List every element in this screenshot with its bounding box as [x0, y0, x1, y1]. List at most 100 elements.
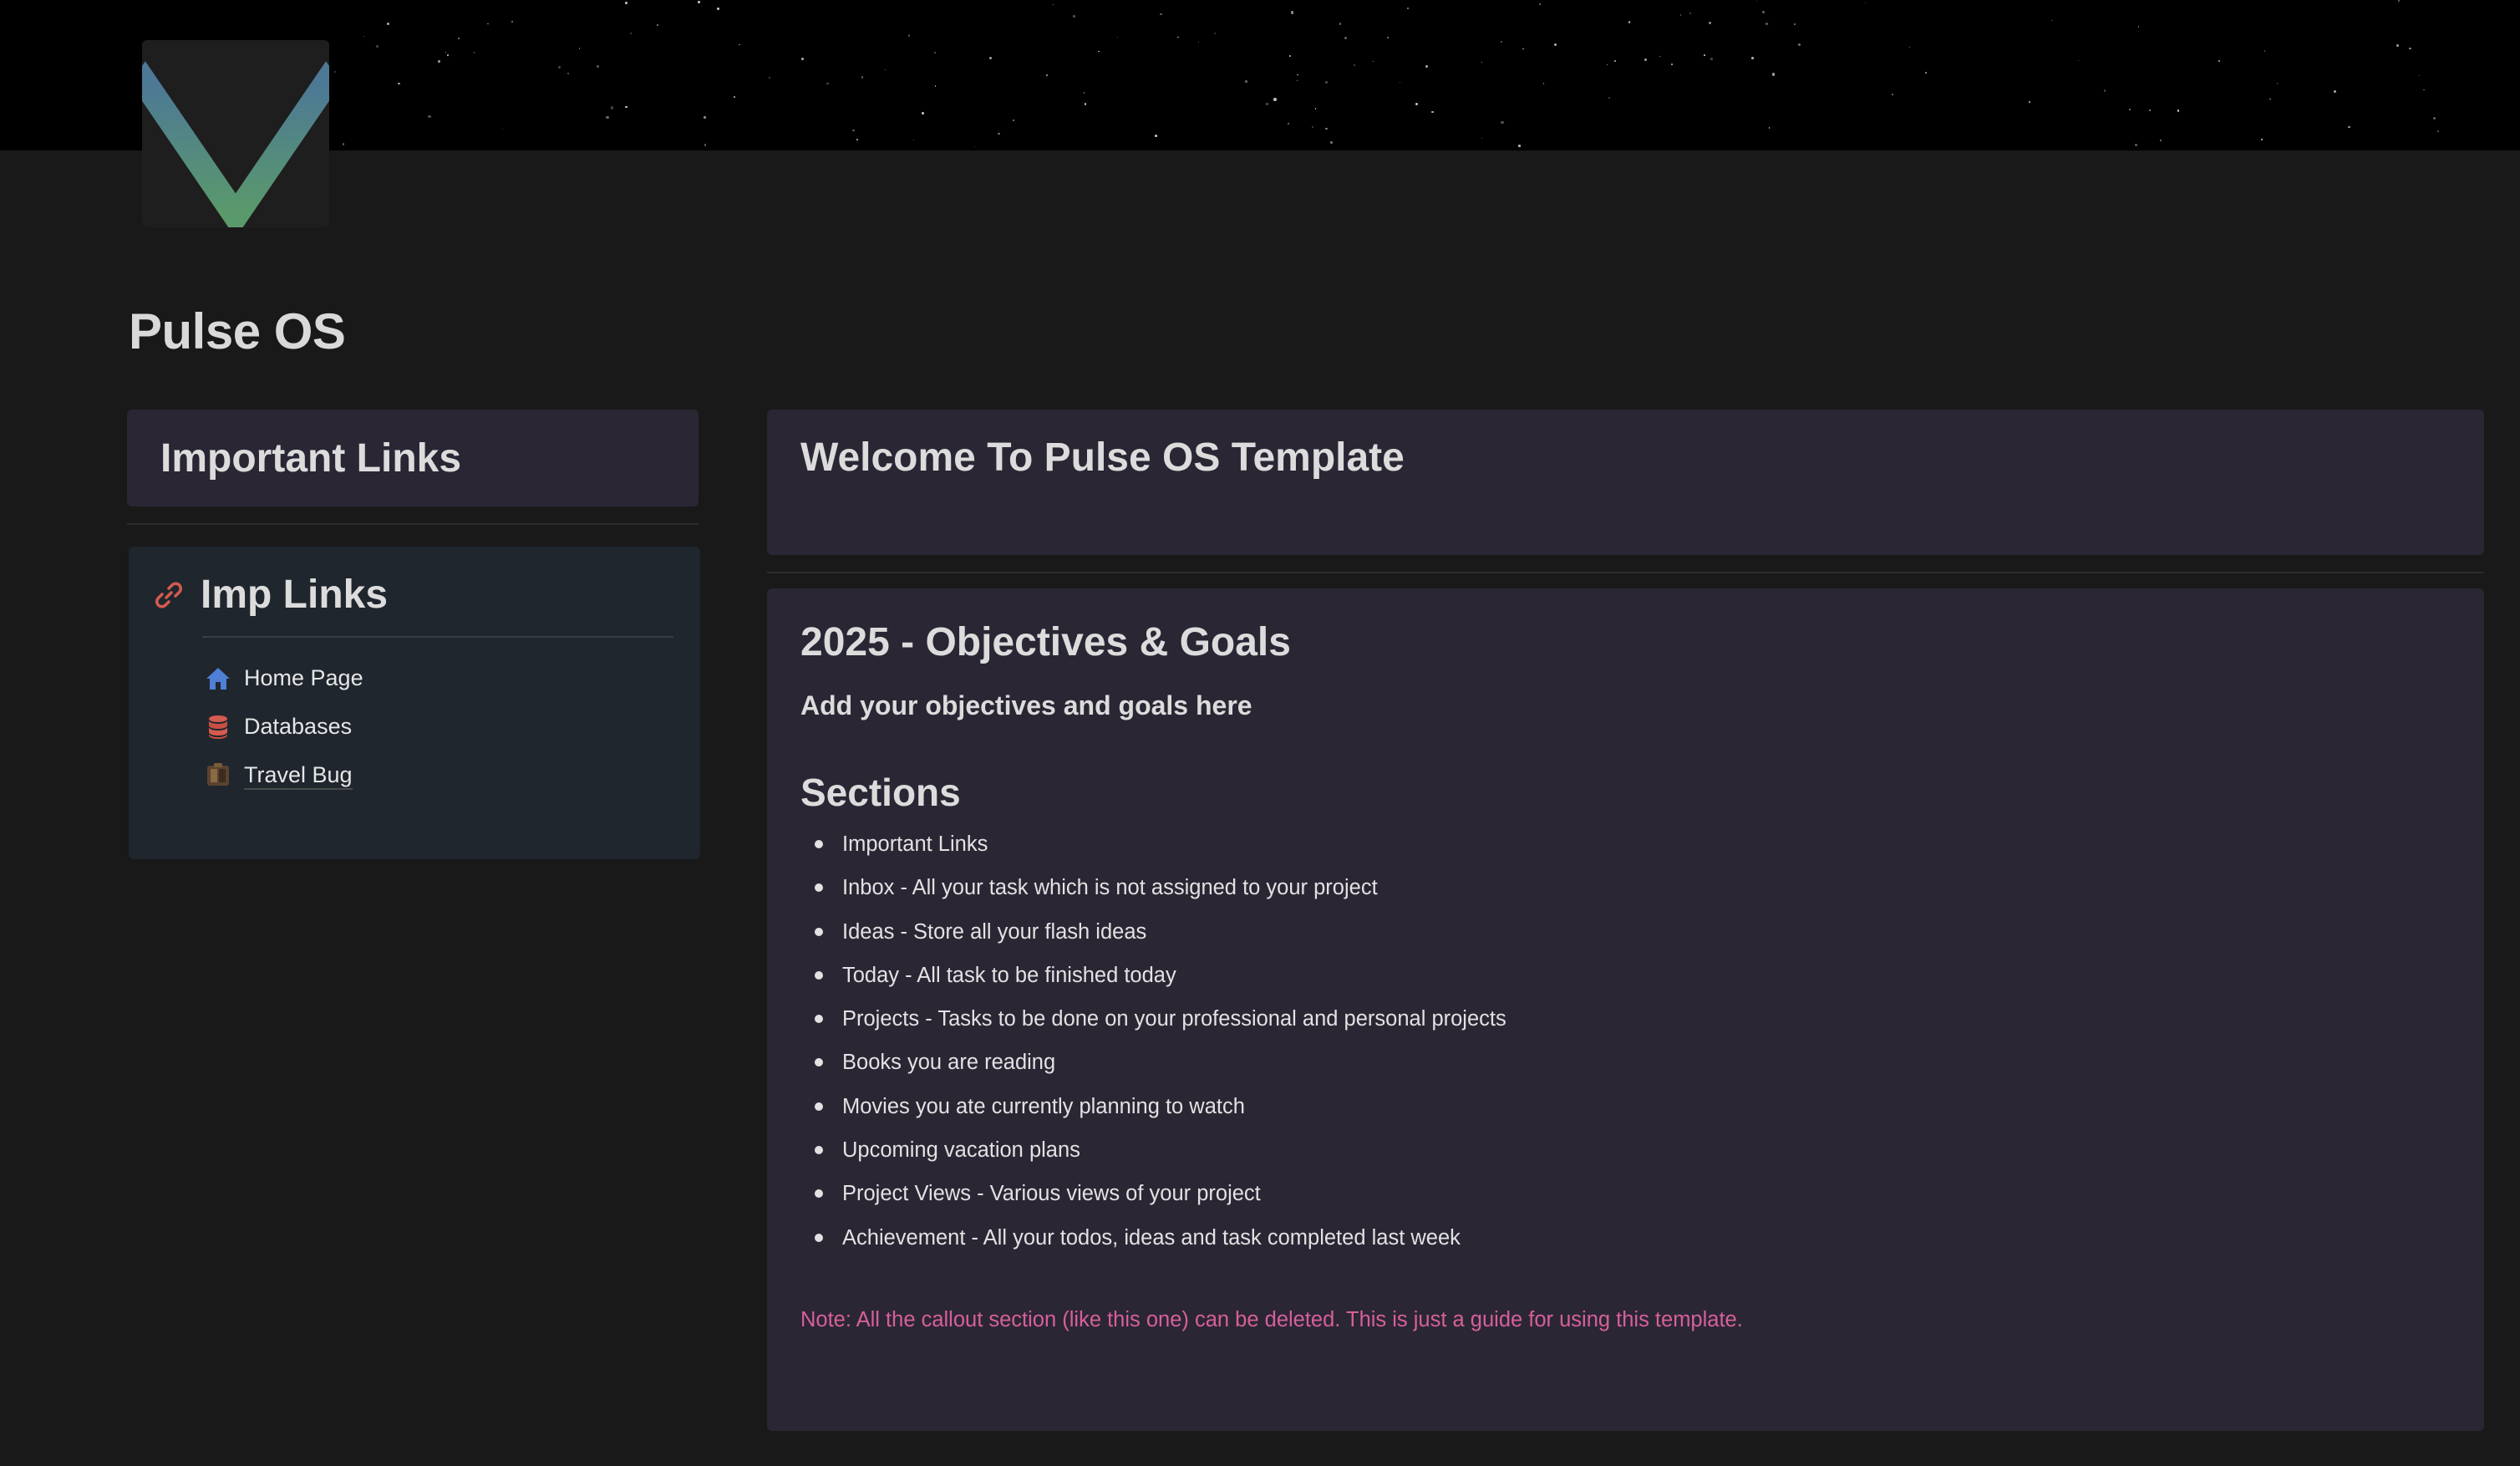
cover-star [697, 0, 700, 3]
welcome-callout: Welcome To Pulse OS Template [767, 410, 2484, 555]
cover-star [2148, 109, 2152, 112]
cover-star [1314, 108, 1317, 110]
cover-star [1644, 59, 1647, 62]
imp-links-divider [202, 636, 673, 638]
list-item: Ideas - Store all your flash ideas [800, 910, 2451, 954]
cover-star [1772, 73, 1776, 76]
link-travel-bug-label[interactable]: Travel Bug [244, 761, 353, 790]
cover-star [1052, 3, 1054, 5]
sections-list: Important Links Inbox - All your task wh… [800, 822, 2451, 1260]
cover-star [1072, 15, 1075, 18]
cover-star [1177, 36, 1179, 38]
cover-star [1614, 59, 1617, 62]
cover-star [334, 71, 337, 74]
cover-star [2396, 44, 2400, 48]
cover-star [2347, 125, 2350, 129]
sections-heading: Sections [800, 771, 961, 814]
cover-star [596, 64, 600, 69]
cover-star [769, 77, 771, 79]
cover-star [998, 132, 1000, 135]
cover-star [2263, 50, 2266, 52]
page-title: Pulse OS [129, 303, 346, 359]
cover-star [1425, 64, 1428, 68]
divider [767, 572, 2484, 573]
house-icon [206, 668, 230, 690]
cover-star [1372, 60, 1374, 62]
cover-star [1265, 102, 1268, 105]
cover-star [1679, 14, 1682, 16]
cover-star [1046, 74, 1048, 76]
cover-star [1518, 145, 1521, 147]
link-home-page-label[interactable]: Home Page [244, 664, 363, 693]
right-column: Welcome To Pulse OS Template 2025 - Obje… [767, 410, 2484, 1431]
cover-star [457, 37, 460, 40]
link-home-page[interactable]: Home Page [152, 654, 673, 703]
cover-star [1481, 138, 1483, 140]
cover-star [1689, 13, 1692, 15]
cover-star [2409, 47, 2411, 49]
template-note: Note: All the callout section (like this… [800, 1307, 1743, 1331]
cover-star [2128, 109, 2131, 111]
cover-star [1116, 36, 1119, 38]
link-travel-bug[interactable]: Travel Bug [152, 751, 673, 800]
cover-star [1290, 11, 1294, 14]
cover-star [704, 144, 707, 146]
cover-star [2423, 89, 2426, 91]
imp-links-callout: Imp Links Home Page Databases Travel Bug [129, 547, 700, 859]
cover-star [2051, 19, 2053, 22]
cover-star [387, 23, 390, 25]
cover-star [1755, 1, 1757, 3]
cover-star [1908, 46, 1910, 48]
list-item: Books you are reading [800, 1041, 2451, 1084]
cover-star [1628, 21, 1631, 23]
list-item: Important Links [800, 822, 2451, 866]
cover-star [907, 34, 911, 38]
cover-star [446, 53, 449, 56]
cover-star [2137, 26, 2140, 28]
link-databases-label[interactable]: Databases [244, 713, 352, 741]
cover-star [885, 69, 887, 71]
cover-star [1606, 64, 1608, 66]
cover-star [1501, 121, 1504, 125]
cover-star [1670, 63, 1673, 65]
cover-star [2260, 138, 2263, 140]
important-links-heading: Important Links [160, 435, 462, 481]
cover-star [704, 116, 706, 119]
page-cover[interactable] [0, 0, 2520, 150]
cover-star [1339, 23, 1342, 25]
cover-star [1297, 74, 1298, 75]
cover-star [473, 52, 475, 53]
cover-star [1197, 41, 1199, 43]
objectives-goals-callout: 2025 - Objectives & Goals Add your objec… [767, 588, 2484, 1431]
cover-star [558, 66, 561, 69]
cover-star [2134, 144, 2137, 147]
welcome-heading: Welcome To Pulse OS Template [800, 435, 1405, 480]
cover-star [2437, 130, 2439, 132]
cover-star [2276, 83, 2278, 84]
cover-star [1768, 127, 1771, 129]
imp-links-title: Imp Links [201, 573, 389, 617]
cover-star [1522, 48, 1524, 50]
cover-star [1297, 80, 1298, 82]
cover-star [921, 112, 925, 115]
cover-star [1311, 126, 1313, 129]
list-item: Movies you ate currently planning to wat… [800, 1085, 2451, 1128]
list-item: Today - All task to be finished today [800, 954, 2451, 997]
list-item: Project Views - Various views of your pr… [800, 1172, 2451, 1215]
list-item: Achievement - All your todos, ideas and … [800, 1216, 2451, 1260]
link-databases[interactable]: Databases [152, 703, 673, 751]
cover-star [801, 57, 805, 60]
cover-star [1553, 43, 1557, 46]
cover-star [1542, 83, 1544, 84]
cover-star [1325, 127, 1328, 130]
cover-star [1892, 93, 1893, 95]
cover-star [826, 82, 829, 85]
cover-star [2177, 109, 2180, 112]
cover-star [1659, 56, 1661, 58]
cover-star [1084, 103, 1087, 105]
cover-star [852, 129, 855, 131]
cover-star [629, 33, 632, 35]
cover-star [973, 145, 975, 147]
cover-star [1245, 80, 1247, 83]
page-icon[interactable] [142, 40, 329, 227]
